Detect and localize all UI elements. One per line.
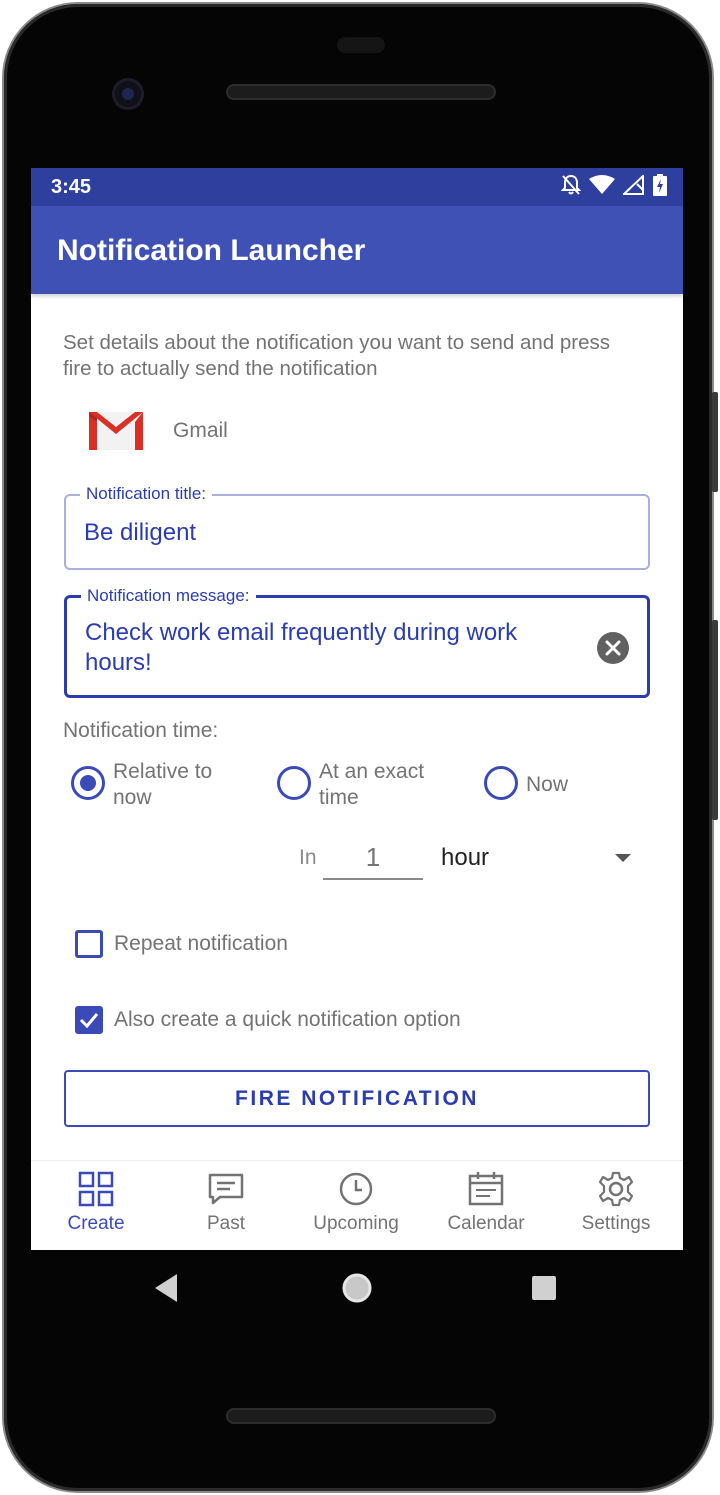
app-selector[interactable]: Gmail: [87, 406, 228, 456]
time-unit-dropdown[interactable]: hour: [441, 838, 631, 878]
signal-icon: [621, 173, 645, 200]
notification-title-input[interactable]: Be diligent: [84, 518, 196, 548]
radio-exact[interactable]: At an exact time: [277, 759, 459, 811]
radio-relative-circle[interactable]: [71, 766, 105, 800]
recents-icon[interactable]: [531, 1272, 557, 1304]
nav-calendar-label: Calendar: [447, 1213, 525, 1234]
time-radio-group: Relative to now At an exact time Now: [71, 759, 651, 815]
relative-amount-input[interactable]: [323, 836, 423, 880]
nav-settings-label: Settings: [581, 1213, 651, 1234]
app-title: Notification Launcher: [57, 234, 366, 267]
notification-title-label: Notification title:: [80, 484, 212, 504]
checkmark-icon: [79, 1013, 99, 1029]
status-time: 3:45: [51, 176, 92, 198]
fire-notification-button[interactable]: FIRE NOTIFICATION: [64, 1070, 650, 1127]
calendar-icon: [468, 1172, 504, 1206]
nav-settings[interactable]: Settings: [551, 1171, 681, 1247]
radio-now-circle[interactable]: [484, 766, 518, 800]
battery-icon: [653, 173, 667, 201]
quick-label: Also create a quick notification option: [114, 1008, 461, 1031]
clear-icon[interactable]: [597, 632, 629, 664]
volume-button: [712, 620, 718, 820]
message-icon: [208, 1173, 244, 1205]
radio-now[interactable]: Now: [484, 759, 666, 800]
notifications-off-icon: [560, 174, 582, 201]
radio-now-label: Now: [526, 773, 569, 796]
back-icon[interactable]: [153, 1272, 181, 1304]
nav-past-label: Past: [206, 1213, 246, 1234]
bottom-navigation: Create Past Upcoming Calendar Settings: [31, 1160, 683, 1250]
app-name: Gmail: [173, 419, 228, 442]
screen: 3:45 Notification Launcher Set details a…: [31, 168, 683, 1250]
repeat-label: Repeat notification: [114, 932, 288, 955]
relative-in-label: In: [299, 846, 317, 869]
radio-relative[interactable]: Relative to now: [71, 759, 253, 811]
front-camera: [112, 78, 144, 110]
power-button: [712, 392, 718, 492]
nav-upcoming[interactable]: Upcoming: [291, 1171, 421, 1247]
notification-message-input[interactable]: Check work email frequently during work …: [85, 618, 565, 678]
time-unit-value: hour: [441, 844, 490, 871]
repeat-notification-option[interactable]: Repeat notification: [75, 930, 288, 958]
form-description: Set details about the notification you w…: [63, 331, 611, 380]
notification-title-field[interactable]: Notification title: Be diligent: [64, 484, 650, 570]
gmail-icon: [89, 412, 143, 450]
nav-upcoming-label: Upcoming: [313, 1213, 399, 1234]
wifi-icon: [589, 174, 615, 200]
repeat-checkbox[interactable]: [75, 930, 103, 958]
quick-notification-option[interactable]: Also create a quick notification option: [75, 1006, 461, 1034]
nav-create-label: Create: [67, 1213, 125, 1234]
status-icons: [560, 173, 667, 201]
status-bar: 3:45: [31, 168, 683, 206]
radio-relative-label: Relative to now: [113, 760, 213, 809]
grid-icon: [78, 1171, 114, 1207]
notification-time-label: Notification time:: [63, 719, 219, 742]
home-icon[interactable]: [341, 1270, 373, 1306]
radio-exact-label: At an exact time: [319, 760, 425, 809]
radio-exact-circle[interactable]: [277, 766, 311, 800]
nav-calendar[interactable]: Calendar: [421, 1171, 551, 1247]
dropdown-arrow-icon: [615, 854, 631, 862]
app-bar: Notification Launcher: [31, 206, 683, 294]
notification-message-label: Notification message:: [81, 586, 256, 606]
nav-past[interactable]: Past: [161, 1171, 291, 1247]
proximity-sensor: [337, 37, 385, 53]
clock-icon: [339, 1172, 373, 1206]
bottom-speaker: [226, 1408, 496, 1424]
quick-checkbox[interactable]: [75, 1006, 103, 1034]
system-navigation-bar: [31, 1250, 683, 1326]
notification-message-field[interactable]: Notification message: Check work email f…: [64, 586, 650, 698]
nav-create[interactable]: Create: [31, 1171, 161, 1247]
gear-icon: [598, 1171, 634, 1207]
earpiece-speaker: [226, 84, 496, 100]
